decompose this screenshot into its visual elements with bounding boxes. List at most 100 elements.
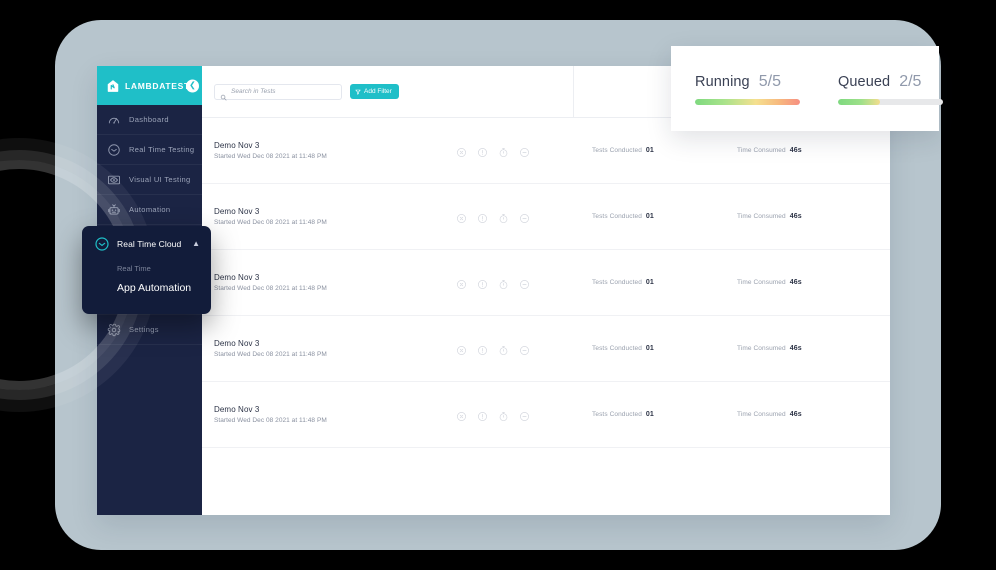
row-status-icons <box>456 277 576 290</box>
stat-value: 2/5 <box>899 72 922 90</box>
tests-conducted-label: Tests Conducted <box>592 345 642 352</box>
stat-head: Running 5/5 <box>695 73 800 91</box>
add-filter-button[interactable]: Add Filter <box>350 84 399 99</box>
close-circle-icon[interactable] <box>456 145 467 157</box>
tests-conducted: Tests Conducted 01 <box>592 213 654 220</box>
row-meta: Demo Nov 3 Started Wed Dec 08 2021 at 11:… <box>214 141 454 160</box>
warning-circle-icon[interactable] <box>477 277 488 289</box>
add-filter-label: Add Filter <box>364 88 392 95</box>
screenshot-stage: LAMBDATEST ❮ Dashboard Real Time Testing… <box>0 0 996 570</box>
table-row[interactable]: Demo Nov 3 Started Wed Dec 08 2021 at 11:… <box>202 250 890 316</box>
test-started-at: Started Wed Dec 08 2021 at 11:48 PM <box>214 219 327 226</box>
chevron-up-icon[interactable]: ▲ <box>192 240 200 248</box>
test-started-at: Started Wed Dec 08 2021 at 11:48 PM <box>214 417 327 424</box>
progress-track <box>838 98 943 105</box>
gear-icon <box>107 323 121 337</box>
search-box[interactable] <box>214 83 342 101</box>
table-row[interactable]: Demo Nov 3 Started Wed Dec 08 2021 at 11:… <box>202 316 890 382</box>
realtime-cloud-clock-icon <box>94 236 110 252</box>
tests-conducted: Tests Conducted 01 <box>592 345 654 352</box>
test-started-at: Started Wed Dec 08 2021 at 11:48 PM <box>214 351 327 358</box>
timer-icon[interactable] <box>498 343 509 356</box>
test-name: Demo Nov 3 <box>214 405 260 414</box>
minus-circle-icon[interactable] <box>519 343 530 355</box>
stats-panel: Running 5/5 Queued 2/5 <box>671 46 943 131</box>
time-consumed: Time Consumed 46s <box>737 279 802 286</box>
warning-circle-icon[interactable] <box>477 145 488 157</box>
sidebar-item-automation[interactable]: Automation <box>97 195 202 225</box>
progress-fill <box>838 98 880 105</box>
sidebar-item-label: Real Time Testing <box>129 145 195 154</box>
speedometer-icon <box>107 113 121 127</box>
search-icon <box>220 88 227 101</box>
close-circle-icon[interactable] <box>456 277 467 289</box>
close-circle-icon[interactable] <box>456 409 467 421</box>
close-circle-icon[interactable] <box>456 343 467 355</box>
stat-value: 5/5 <box>758 72 781 90</box>
row-status-icons <box>456 343 576 356</box>
time-consumed-value: 46s <box>789 411 802 418</box>
timer-icon[interactable] <box>498 277 509 290</box>
tests-conducted: Tests Conducted 01 <box>592 279 654 286</box>
table-row[interactable]: Demo Nov 3 Started Wed Dec 08 2021 at 11:… <box>202 184 890 250</box>
time-consumed-value: 46s <box>789 345 802 352</box>
row-status-icons <box>456 145 576 158</box>
popup-title: Real Time Cloud <box>117 239 182 249</box>
sidebar-item-label: Automation <box>129 205 171 214</box>
sidebar-item-label: Visual UI Testing <box>129 175 191 184</box>
minus-circle-icon[interactable] <box>519 409 530 421</box>
time-consumed-label: Time Consumed <box>737 345 786 352</box>
time-consumed-label: Time Consumed <box>737 279 786 286</box>
tests-conducted: Tests Conducted 01 <box>592 411 654 418</box>
popup-item-app-automation[interactable]: App Automation <box>117 282 200 294</box>
row-meta: Demo Nov 3 Started Wed Dec 08 2021 at 11:… <box>214 339 454 358</box>
tests-conducted-label: Tests Conducted <box>592 213 642 220</box>
time-consumed: Time Consumed 46s <box>737 345 802 352</box>
time-consumed-label: Time Consumed <box>737 411 786 418</box>
brand-name: LAMBDATEST <box>125 80 190 91</box>
time-consumed-label: Time Consumed <box>737 147 786 154</box>
stat-label: Queued <box>838 73 891 90</box>
tests-conducted-label: Tests Conducted <box>592 147 642 154</box>
sidebar-item-real-time-testing[interactable]: Real Time Testing <box>97 135 202 165</box>
test-name: Demo Nov 3 <box>214 141 260 150</box>
test-name: Demo Nov 3 <box>214 339 260 348</box>
lambdatest-logo-icon <box>106 79 120 93</box>
progress-track <box>695 98 800 105</box>
sidebar-item-dashboard[interactable]: Dashboard <box>97 105 202 135</box>
eye-icon <box>107 173 121 187</box>
time-consumed: Time Consumed 46s <box>737 147 802 154</box>
warning-circle-icon[interactable] <box>477 211 488 223</box>
sidebar-item-label: Settings <box>129 325 159 334</box>
timer-icon[interactable] <box>498 409 509 422</box>
row-status-icons <box>456 211 576 224</box>
tests-conducted-value: 01 <box>645 279 654 286</box>
warning-circle-icon[interactable] <box>477 409 488 421</box>
timer-icon[interactable] <box>498 145 509 158</box>
stat-label: Running <box>695 73 750 90</box>
minus-circle-icon[interactable] <box>519 211 530 223</box>
popup-header[interactable]: Real Time Cloud ▲ <box>94 236 200 252</box>
real-time-cloud-popup: Real Time Cloud ▲ Real Time App Automati… <box>82 226 211 314</box>
minus-circle-icon[interactable] <box>519 145 530 157</box>
row-meta: Demo Nov 3 Started Wed Dec 08 2021 at 11:… <box>214 273 454 292</box>
search-input[interactable] <box>231 88 331 95</box>
test-name: Demo Nov 3 <box>214 207 260 216</box>
tests-conducted-value: 01 <box>645 147 654 154</box>
brand-bar: LAMBDATEST ❮ <box>97 66 202 105</box>
test-list: Demo Nov 3 Started Wed Dec 08 2021 at 11:… <box>202 118 890 448</box>
chevron-left-icon[interactable]: ❮ <box>186 79 199 92</box>
warning-circle-icon[interactable] <box>477 343 488 355</box>
table-row[interactable]: Demo Nov 3 Started Wed Dec 08 2021 at 11:… <box>202 382 890 448</box>
test-name: Demo Nov 3 <box>214 273 260 282</box>
popup-item-real-time[interactable]: Real Time <box>117 264 200 273</box>
timer-icon[interactable] <box>498 211 509 224</box>
close-circle-icon[interactable] <box>456 211 467 223</box>
minus-circle-icon[interactable] <box>519 277 530 289</box>
app-window: LAMBDATEST ❮ Dashboard Real Time Testing… <box>97 66 890 515</box>
sidebar-item-visual-ui-testing[interactable]: Visual UI Testing <box>97 165 202 195</box>
stat-block-queued: Queued 2/5 <box>838 73 943 105</box>
row-meta: Demo Nov 3 Started Wed Dec 08 2021 at 11:… <box>214 405 454 424</box>
sidebar-item-settings[interactable]: Settings <box>97 315 202 345</box>
clock-icon <box>107 143 121 157</box>
